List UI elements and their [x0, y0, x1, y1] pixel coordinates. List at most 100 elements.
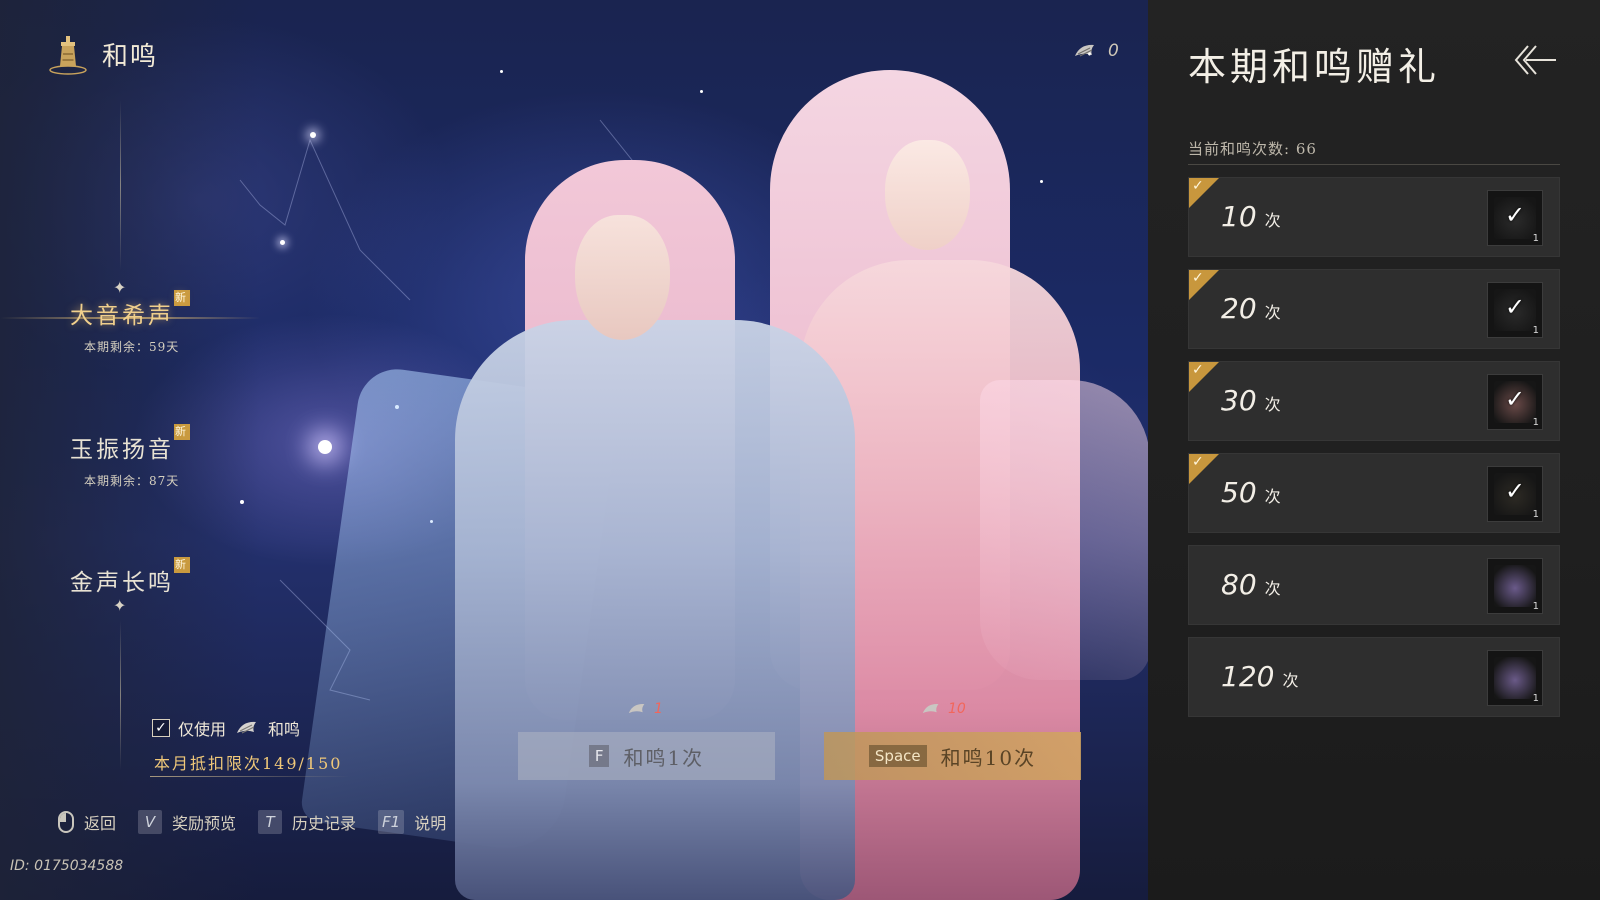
page-title-text: 和鸣 [102, 41, 159, 72]
reward-item-thumbnail[interactable]: ✓ 1 [1487, 466, 1543, 522]
banner-remaining: 本期剩余：87天 [84, 474, 180, 488]
reward-unit: 次 [1282, 671, 1299, 690]
history-hint[interactable]: T 历史记录 [258, 810, 356, 834]
hint-label: 历史记录 [292, 814, 357, 833]
hint-label: 返回 [84, 814, 117, 833]
timeline-diamond-icon: ✦ [113, 278, 127, 297]
reward-threshold: 120 次 [1221, 660, 1298, 693]
page-title: 和鸣 [46, 32, 158, 76]
reward-row[interactable]: 80 次 1 [1188, 545, 1560, 625]
banner-tab-yuzhenyangyin[interactable]: 玉振扬音 新 本期剩余：87天 [70, 424, 230, 489]
reward-row[interactable]: ✓ 50 次 ✓ 1 [1188, 453, 1560, 533]
bell-icon [49, 36, 87, 75]
key-space: Space [868, 745, 927, 767]
reward-threshold: 30 次 [1221, 384, 1281, 417]
banner-name: 玉振扬音 [70, 437, 174, 463]
reward-item-thumbnail[interactable]: ✓ 1 [1487, 374, 1543, 430]
player-id: ID: 0175034588 [10, 858, 124, 874]
draw-ten-button[interactable]: Space 和鸣10次 [824, 732, 1081, 780]
reward-panel-title: 本期和鸣赠礼 [1188, 45, 1441, 89]
bright-star [318, 440, 332, 454]
claimed-check-icon: ✓ [1192, 454, 1204, 470]
reward-item-art [1494, 565, 1536, 607]
hint-bar: 返回 V 奖励预览 T 历史记录 F1 说明 [58, 810, 446, 834]
reward-item-thumbnail[interactable]: ✓ 1 [1487, 282, 1543, 338]
star [240, 500, 244, 504]
reward-item-thumbnail[interactable]: ✓ 1 [1487, 190, 1543, 246]
reward-row[interactable]: 120 次 1 [1188, 637, 1560, 717]
star [310, 132, 316, 138]
claimed-check-icon: ✓ [1192, 270, 1204, 286]
reward-quantity: 1 [1532, 233, 1539, 244]
monthly-quota: 本月抵扣限次149/150 [154, 754, 343, 773]
reward-row[interactable]: ✓ 30 次 ✓ 1 [1188, 361, 1560, 441]
timeline-line-top [120, 100, 121, 270]
banner-tab-dayinxisheng[interactable]: 大音希声 新 本期剩余：59天 [70, 290, 230, 355]
reward-item-thumbnail[interactable]: 1 [1487, 650, 1543, 706]
single-draw-cost: 1 [626, 700, 663, 718]
draw-once-button[interactable]: F 和鸣1次 [518, 732, 775, 780]
key-f1: F1 [378, 810, 405, 834]
reward-unit: 次 [1264, 395, 1281, 414]
check-icon: ✓ [1504, 477, 1526, 505]
star [700, 90, 703, 93]
claimed-check-icon: ✓ [1192, 362, 1204, 378]
only-use-checkbox[interactable]: ✓ [152, 719, 170, 737]
reward-count: 20 [1221, 292, 1257, 325]
draw-ten-label: 和鸣10次 [940, 745, 1037, 770]
hint-label: 奖励预览 [172, 814, 237, 833]
new-badge: 新 [174, 424, 190, 440]
token-icon [237, 721, 257, 734]
token-icon [922, 704, 939, 714]
reward-preview-hint[interactable]: V 奖励预览 [138, 810, 236, 834]
star [1040, 180, 1043, 183]
reward-row[interactable]: ✓ 10 次 ✓ 1 [1188, 177, 1560, 257]
reward-count: 80 [1221, 568, 1257, 601]
current-count: 当前和鸣次数: 66 [1188, 140, 1317, 158]
timeline-diamond-icon: ✦ [113, 596, 127, 615]
banner-remaining: 本期剩余：59天 [84, 340, 180, 354]
reward-count: 30 [1221, 384, 1257, 417]
star [280, 240, 285, 245]
reward-item-art [1494, 657, 1536, 699]
female-character-veil [980, 380, 1150, 680]
reward-item-thumbnail[interactable]: 1 [1487, 558, 1543, 614]
check-icon: ✓ [1504, 385, 1526, 413]
claimed-check-icon: ✓ [1192, 178, 1204, 194]
cost-value: 1 [654, 701, 663, 717]
check-icon: ✓ [1504, 293, 1526, 321]
reward-threshold: 10 次 [1221, 200, 1281, 233]
key-v: V [138, 810, 163, 834]
only-use-option[interactable]: ✓ 仅使用 和鸣 [152, 716, 300, 740]
reward-unit: 次 [1264, 303, 1281, 322]
only-use-suffix: 和鸣 [268, 720, 301, 739]
mouse-icon [58, 811, 74, 833]
reward-threshold: 80 次 [1221, 568, 1281, 601]
new-badge: 新 [174, 557, 190, 573]
reward-panel: 本期和鸣赠礼 当前和鸣次数: 66 ✓ 10 次 ✓ 1 ✓ 20 次 ✓ 1 ✓ 30 次 ✓ 1 ✓ 50 次… [1148, 0, 1600, 900]
reward-quantity: 1 [1532, 601, 1539, 612]
reward-threshold: 20 次 [1221, 292, 1281, 325]
star [500, 70, 503, 73]
hint-label: 说明 [414, 814, 447, 833]
reward-row[interactable]: ✓ 20 次 ✓ 1 [1188, 269, 1560, 349]
male-character-armor [455, 320, 855, 900]
banner-tab-jinshengchangming[interactable]: 金声长鸣 新 [70, 557, 230, 597]
reward-quantity: 1 [1532, 325, 1539, 336]
help-hint[interactable]: F1 说明 [378, 810, 446, 834]
reward-count: 120 [1221, 660, 1275, 693]
reward-quantity: 1 [1532, 509, 1539, 520]
reward-count: 10 [1221, 200, 1257, 233]
back-hint[interactable]: 返回 [58, 810, 116, 834]
token-icon [628, 704, 645, 714]
reward-unit: 次 [1264, 211, 1281, 230]
collapse-arrow-icon[interactable] [1510, 40, 1558, 80]
female-character-face [885, 140, 970, 250]
draw-once-label: 和鸣1次 [623, 745, 705, 770]
only-use-label: 仅使用 [178, 720, 227, 739]
panel-divider [1188, 164, 1560, 165]
timeline-line-bottom [120, 620, 121, 770]
male-character-face [575, 215, 670, 340]
quota-underline [150, 776, 350, 777]
reward-quantity: 1 [1532, 417, 1539, 428]
